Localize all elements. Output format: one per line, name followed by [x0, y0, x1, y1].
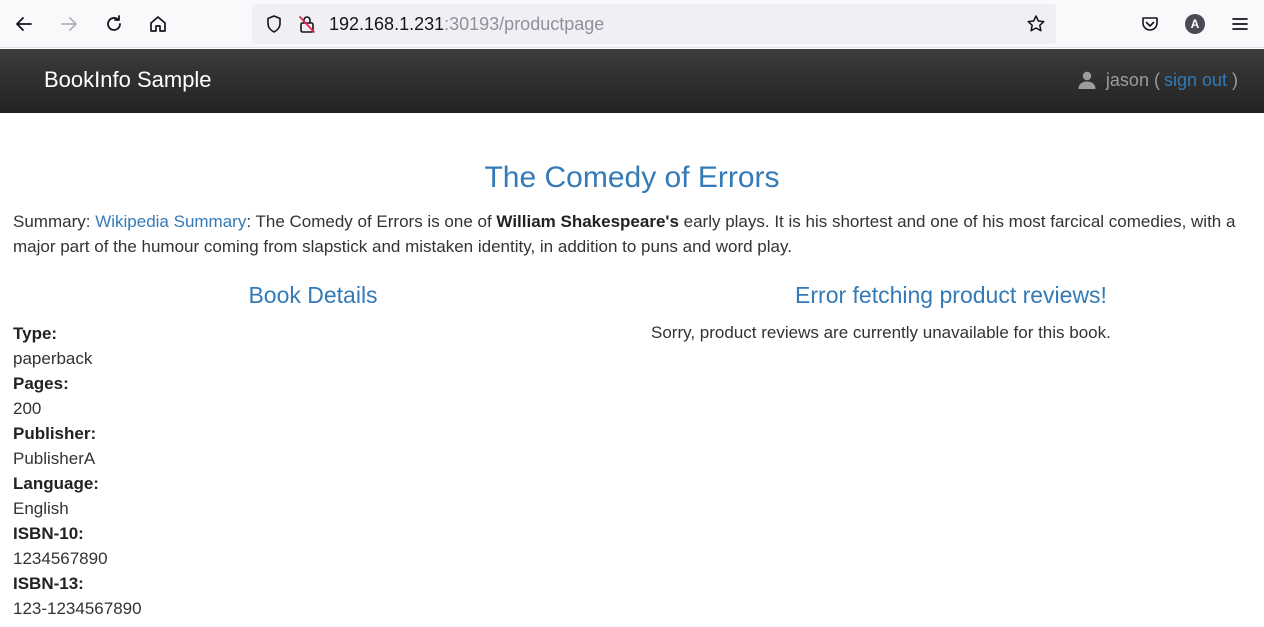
book-details-section: Book Details Type: paperback Pages: 200 …: [13, 281, 613, 621]
hamburger-menu-icon: [1232, 18, 1248, 30]
forward-button[interactable]: [53, 8, 85, 40]
language-label: Language:: [13, 474, 99, 493]
reload-button[interactable]: [98, 8, 130, 40]
account-avatar: A: [1185, 14, 1205, 34]
wikipedia-summary-link[interactable]: Wikipedia Summary: [95, 212, 246, 231]
isbn13-value: 123-1234567890: [13, 599, 142, 618]
app-navbar: BookInfo Sample jason ( sign out ): [0, 49, 1264, 113]
summary-author: William Shakespeare's: [496, 212, 679, 231]
isbn13-label: ISBN-13:: [13, 574, 84, 593]
isbn10-value: 1234567890: [13, 549, 108, 568]
pocket-button[interactable]: [1134, 8, 1166, 40]
url-host: 192.168.1.231: [329, 14, 445, 34]
forward-arrow-icon: [61, 17, 77, 31]
home-icon: [150, 16, 166, 32]
sign-out-link[interactable]: sign out: [1164, 69, 1227, 91]
publisher-value: PublisherA: [13, 449, 96, 468]
close-paren: ): [1232, 70, 1238, 90]
product-summary: Summary: Wikipedia Summary: The Comedy o…: [13, 209, 1253, 259]
browser-toolbar: 192.168.1.231:30193/productpage A: [0, 0, 1264, 48]
summary-text-pre: : The Comedy of Errors is one of: [246, 212, 497, 231]
url-path: :30193/productpage: [444, 14, 605, 34]
pocket-icon: [1142, 17, 1158, 31]
language-value: English: [13, 499, 69, 518]
book-details-heading: Book Details: [248, 282, 378, 308]
user-icon: [1078, 71, 1096, 89]
type-value: paperback: [13, 349, 93, 368]
pages-label: Pages:: [13, 374, 69, 393]
home-button[interactable]: [142, 8, 174, 40]
back-arrow-icon: [16, 17, 32, 31]
insecure-lock-icon[interactable]: [297, 14, 317, 34]
username: jason: [1105, 70, 1149, 90]
reviews-error-heading: Error fetching product reviews!: [795, 282, 1107, 308]
publisher-label: Publisher:: [13, 424, 97, 443]
reload-icon: [107, 15, 121, 31]
bookmark-star-icon[interactable]: [1026, 14, 1046, 34]
open-paren: (: [1153, 70, 1160, 90]
tracking-shield-icon[interactable]: [264, 14, 284, 34]
reviews-error-message: Sorry, product reviews are currently una…: [651, 323, 1111, 342]
product-title: The Comedy of Errors: [484, 161, 780, 194]
user-info: jason ( sign out ): [1077, 69, 1238, 91]
address-bar[interactable]: 192.168.1.231:30193/productpage: [252, 4, 1056, 44]
brand-title[interactable]: BookInfo Sample: [44, 67, 212, 93]
account-button[interactable]: A: [1179, 8, 1211, 40]
book-details-list: Type: paperback Pages: 200 Publisher: Pu…: [13, 321, 613, 621]
menu-button[interactable]: [1224, 8, 1256, 40]
url-text[interactable]: 192.168.1.231:30193/productpage: [329, 14, 604, 34]
pages-value: 200: [13, 399, 42, 418]
back-button[interactable]: [8, 8, 40, 40]
summary-label: Summary:: [13, 212, 96, 231]
isbn10-label: ISBN-10:: [13, 524, 84, 543]
type-label: Type:: [13, 324, 58, 343]
